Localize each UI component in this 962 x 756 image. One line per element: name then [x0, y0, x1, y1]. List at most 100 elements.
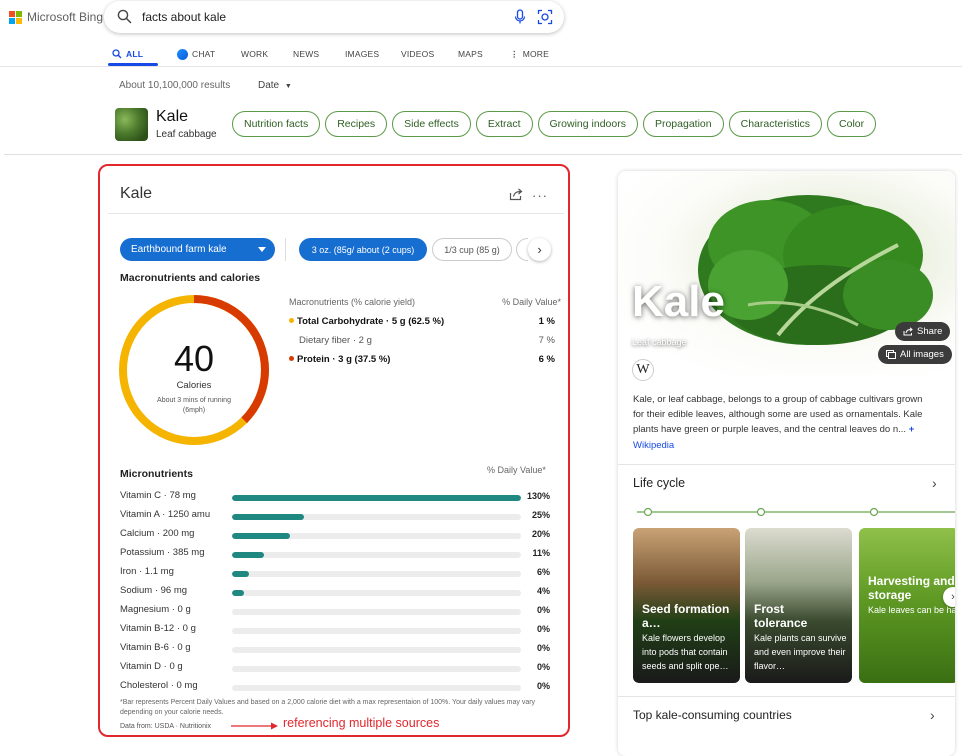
micronutrient-bar-fill: [232, 495, 521, 501]
next-servings-button[interactable]: ›: [528, 238, 551, 261]
caret-down-icon: ▼: [284, 83, 292, 90]
macro-table: Macronutrients (% calorie yield) % Daily…: [289, 297, 561, 373]
search-box[interactable]: facts about kale: [104, 1, 564, 33]
tab-chat[interactable]: CHAT: [177, 44, 221, 64]
tab-more[interactable]: ⋮ MORE: [510, 44, 550, 64]
micronutrient-row: Vitamin A · 1250 amu 25%: [120, 507, 560, 526]
all-images-button[interactable]: All images: [878, 345, 952, 364]
panel-subtitle: Leaf cabbage: [632, 337, 687, 347]
search-input[interactable]: facts about kale: [142, 10, 226, 24]
micronutrient-percent: 25%: [531, 510, 550, 520]
micronutrient-row: Vitamin C · 78 mg 130%: [120, 488, 560, 507]
chip-color[interactable]: Color: [827, 111, 877, 137]
micronutrient-row: Magnesium · 0 g 0%: [120, 602, 560, 621]
tab-news[interactable]: NEWS: [293, 44, 325, 64]
serving-option-partial[interactable]: [516, 238, 528, 261]
macro-row-fiber: Dietary fiber · 2 g 7 %: [299, 335, 555, 346]
chip-nutrition-facts[interactable]: Nutrition facts: [232, 111, 321, 137]
brand-select[interactable]: Earthbound farm kale: [120, 238, 275, 261]
top-countries-title[interactable]: Top kale-consuming countries: [633, 708, 792, 722]
logo-text: Microsoft Bing: [27, 10, 104, 24]
micronutrient-name: Cholesterol · 0 mg: [120, 680, 198, 691]
macro-table-header: Macronutrients (% calorie yield) % Daily…: [289, 297, 561, 307]
lifecycle-card-seed[interactable]: Seed formation a… Kale flowers develop i…: [633, 528, 740, 683]
micronutrient-name: Sodium · 96 mg: [120, 585, 188, 596]
timeline-node[interactable]: [643, 507, 653, 517]
data-sources[interactable]: Data from: USDA · Nutritionix: [120, 723, 211, 730]
micronutrient-name: Vitamin D · 0 g: [120, 661, 183, 672]
kale-thumbnail[interactable]: [115, 108, 148, 141]
tab-work[interactable]: WORK: [241, 44, 273, 64]
micronutrient-row: Cholesterol · 0 mg 0%: [120, 678, 560, 697]
chip-side-effects[interactable]: Side effects: [392, 111, 471, 137]
micronutrient-percent: 0%: [536, 624, 550, 634]
share-button[interactable]: Share: [895, 322, 951, 341]
chip-recipes[interactable]: Recipes: [325, 111, 388, 137]
microsoft-logo-icon: [9, 10, 22, 24]
entity-divider: [4, 154, 962, 155]
panel-divider: [618, 464, 955, 465]
share-icon[interactable]: [509, 188, 523, 201]
micronutrient-row: Vitamin B-12 · 0 g 0%: [120, 621, 560, 640]
micronutrient-row: Calcium · 200 mg 20%: [120, 526, 560, 545]
protein-dot-icon: [289, 356, 294, 361]
micronutrient-percent: 6%: [536, 567, 550, 577]
visual-search-icon[interactable]: [537, 9, 553, 25]
micronutrient-percent: 130%: [526, 491, 550, 501]
lifecycle-title[interactable]: Life cycle: [633, 476, 685, 490]
bing-logo[interactable]: Microsoft Bing: [9, 10, 103, 24]
chip-propagation[interactable]: Propagation: [642, 111, 724, 137]
annotation-arrow-icon: [231, 722, 278, 730]
knowledge-panel: Kale Leaf cabbage Share All images W Kal…: [618, 171, 955, 756]
serving-option[interactable]: 1/3 cup (85 g): [432, 238, 512, 261]
chevron-right-icon: ›: [951, 591, 955, 603]
tab-all[interactable]: ALL: [108, 44, 158, 66]
micronutrient-bar-track: [232, 628, 521, 634]
header-divider: [0, 66, 962, 67]
micronutrient-percent: 4%: [536, 586, 550, 596]
images-icon: [886, 350, 896, 359]
source-link[interactable]: Wikipedia: [633, 440, 674, 451]
chevron-right-icon[interactable]: ›: [930, 707, 935, 723]
card-divider: [108, 213, 564, 214]
header: Microsoft Bing facts about kale ALL CHAT…: [0, 0, 962, 66]
entity-name: Kale: [156, 108, 189, 125]
expand-description-button[interactable]: +: [909, 424, 915, 435]
panel-description: Kale, or leaf cabbage, belongs to a grou…: [633, 394, 923, 435]
date-filter[interactable]: Date ▼: [258, 80, 292, 91]
micronutrient-name: Vitamin B-6 · 0 g: [120, 642, 191, 653]
more-options-icon[interactable]: ···: [532, 188, 548, 203]
serving-option-selected[interactable]: 3 oz. (85g/ about (2 cups): [299, 238, 427, 261]
micronutrient-bar-fill: [232, 552, 264, 558]
chip-extract[interactable]: Extract: [475, 111, 533, 137]
results-count: About 10,100,000 results: [119, 80, 231, 91]
tab-maps[interactable]: MAPS: [458, 44, 490, 64]
chevron-right-icon[interactable]: ›: [932, 475, 937, 491]
micronutrient-name: Calcium · 200 mg: [120, 528, 195, 539]
micronutrient-row: Potassium · 385 mg 11%: [120, 545, 560, 564]
chip-characteristics[interactable]: Characteristics: [728, 111, 823, 137]
more-vertical-icon: ⋮: [510, 48, 519, 59]
micronutrient-percent: 0%: [536, 681, 550, 691]
micronutrient-list: Vitamin C · 78 mg 130% Vitamin A · 1250 am…: [120, 488, 560, 697]
carb-dot-icon: [289, 318, 294, 323]
wikipedia-icon[interactable]: W: [632, 359, 654, 381]
tab-images[interactable]: IMAGES: [345, 44, 381, 64]
lifecycle-card-frost[interactable]: Frost tolerance Kale plants can survive …: [745, 528, 852, 683]
lifecycle-timeline: [637, 507, 955, 517]
kale-hero-image[interactable]: Kale Leaf cabbage Share All images W: [618, 171, 955, 381]
chip-growing-indoors[interactable]: Growing indoors: [537, 111, 638, 137]
search-icon[interactable]: [117, 9, 132, 24]
microphone-icon[interactable]: [514, 9, 526, 25]
micronutrient-bar-track: [232, 533, 521, 539]
micronutrient-bar-track: [232, 666, 521, 672]
micronutrient-bar-fill: [232, 514, 305, 520]
lifecycle-card-harvest[interactable]: Harvesting and storage Kale leaves can b…: [859, 528, 955, 683]
micronutrient-name: Magnesium · 0 g: [120, 604, 191, 615]
timeline-node[interactable]: [756, 507, 766, 517]
calorie-note: About 3 mins of running (6mph): [157, 397, 231, 414]
timeline-node[interactable]: [869, 507, 879, 517]
tab-videos[interactable]: VIDEOS: [401, 44, 438, 64]
selector-divider: [285, 238, 286, 261]
share-icon: [903, 327, 913, 336]
